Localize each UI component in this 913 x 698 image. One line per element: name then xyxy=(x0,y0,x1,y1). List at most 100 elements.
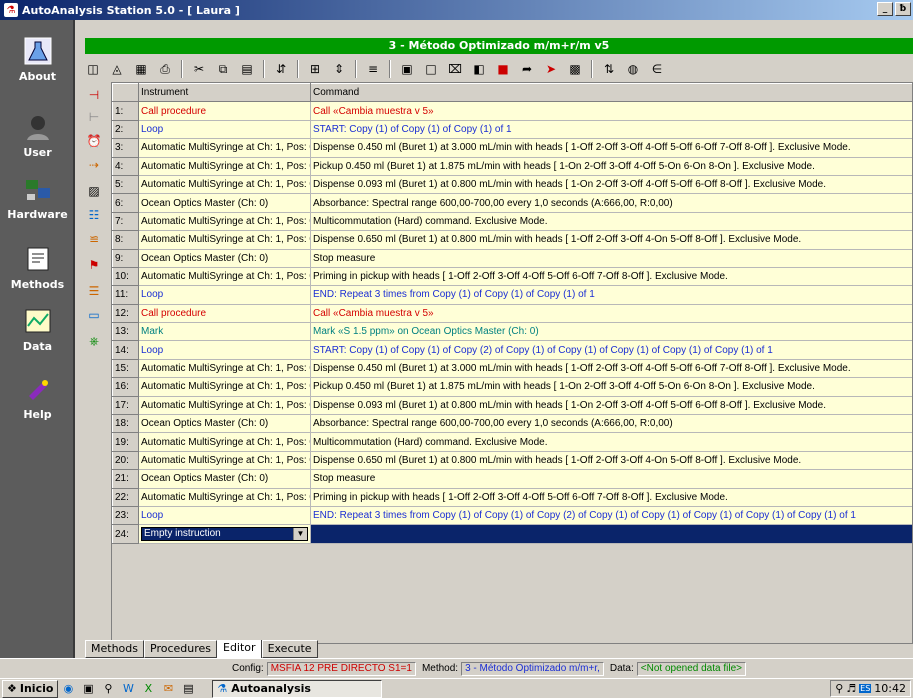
save-icon[interactable]: ▦ xyxy=(131,59,151,79)
sidebar-item-hardware[interactable]: Hardware xyxy=(0,172,75,221)
instrument-cell[interactable]: Automatic MultiSyringe at Ch: 1, Pos: 0 xyxy=(138,377,311,397)
valve-icon[interactable]: ☷ xyxy=(85,206,103,224)
row-number[interactable]: 18: xyxy=(112,414,139,434)
row-number[interactable]: 3: xyxy=(112,138,139,158)
mark-icon[interactable]: ⚑ xyxy=(85,256,103,274)
row-number[interactable]: 2: xyxy=(112,119,139,140)
instrument-cell[interactable]: Automatic MultiSyringe at Ch: 1, Pos: 0 xyxy=(138,395,311,416)
table-row[interactable]: 22: Automatic MultiSyringe at Ch: 1, Pos:… xyxy=(112,487,912,507)
table-row[interactable]: 2: Loop START: Copy (1) of Copy (1) of Cop… xyxy=(112,119,912,140)
step-icon[interactable]: ⇅ xyxy=(599,59,619,79)
move-row-icon[interactable]: ⇕ xyxy=(329,59,349,79)
command-cell[interactable]: END: Repeat 3 times from Copy (1) of Cop… xyxy=(310,505,912,526)
command-cell[interactable]: Pickup 0.450 ml (Buret 1) at 1.875 mL/mi… xyxy=(310,377,912,397)
command-cell[interactable]: Multicommutation (Hard) command. Exclusi… xyxy=(310,432,912,452)
clock[interactable]: 10:42 xyxy=(874,682,906,695)
paste-method-icon[interactable]: ◬ xyxy=(107,59,127,79)
command-cell[interactable]: Priming in pickup with heads [ 1-Off 2-O… xyxy=(310,266,912,287)
tab-procedures[interactable]: Procedures xyxy=(144,640,217,658)
send-icon[interactable]: ➤ xyxy=(541,59,561,79)
command-cell[interactable]: Dispense 0.093 ml (Buret 1) at 0.800 mL/… xyxy=(310,174,912,195)
table-row[interactable]: 10: Automatic MultiSyringe at Ch: 1, Pos:… xyxy=(112,266,912,287)
panel-icon[interactable]: ◧ xyxy=(469,59,489,79)
window-manager-icon[interactable]: ▤ xyxy=(180,681,196,697)
copy-icon[interactable]: ⧉ xyxy=(213,59,233,79)
row-number[interactable]: 5: xyxy=(112,174,139,195)
instrument-cell[interactable]: Ocean Optics Master (Ch: 0) xyxy=(138,414,311,434)
instrument-cell[interactable]: Automatic MultiSyringe at Ch: 1, Pos: 0 xyxy=(138,230,311,250)
table-row[interactable]: 18: Ocean Optics Master (Ch: 0) Absorbance… xyxy=(112,414,912,434)
desktop-icon[interactable]: ▣ xyxy=(80,681,96,697)
browser-icon[interactable]: ◉ xyxy=(60,681,76,697)
instrument-cell[interactable]: Call procedure xyxy=(138,101,311,121)
window-box-icon[interactable]: ▭ xyxy=(85,306,103,324)
row-number[interactable]: 9: xyxy=(112,248,139,268)
insert-row-icon[interactable]: ⊞ xyxy=(305,59,325,79)
list-icon[interactable]: ≡ xyxy=(363,59,383,79)
instrument-cell[interactable]: Loop xyxy=(138,119,311,140)
instrument-cell[interactable]: Automatic MultiSyringe at Ch: 1, Pos: 0 xyxy=(138,174,311,195)
taskbar-app-autoanalysis[interactable]: ⚗ Autoanalysis xyxy=(212,679,383,698)
tab-methods[interactable]: Methods xyxy=(85,640,144,658)
instrument-cell[interactable]: Loop xyxy=(138,340,311,360)
command-cell[interactable]: Mark «S 1.5 ppm» on Ocean Optics Master … xyxy=(310,322,912,342)
copy-method-icon[interactable]: ◫ xyxy=(83,59,103,79)
command-cell[interactable]: END: Repeat 3 times from Copy (1) of Cop… xyxy=(310,285,912,305)
command-cell[interactable]: Absorbance: Spectral range 600,00-700,00… xyxy=(310,414,912,434)
pump-icon[interactable]: ≌ xyxy=(85,230,103,248)
window-icon[interactable]: ▣ xyxy=(397,59,417,79)
table-row[interactable]: 5: Automatic MultiSyringe at Ch: 1, Pos: … xyxy=(112,174,912,195)
tab-execute[interactable]: Execute xyxy=(261,640,318,658)
sidebar-item-help[interactable]: Help xyxy=(0,372,75,421)
row-number[interactable]: 6: xyxy=(112,193,139,213)
row-number[interactable]: 14: xyxy=(112,340,139,360)
sidebar-item-data[interactable]: Data xyxy=(0,304,75,353)
cut-icon[interactable]: ✂ xyxy=(189,59,209,79)
command-cell[interactable] xyxy=(310,524,912,544)
command-cell[interactable]: Call «Cambia muestra v 5» xyxy=(310,303,912,324)
add-instruction-icon[interactable]: ⊣ xyxy=(85,86,103,104)
export-icon[interactable]: ⎈ xyxy=(85,332,103,350)
instrument-cell[interactable]: Loop xyxy=(138,285,311,305)
instrument-cell[interactable]: Ocean Optics Master (Ch: 0) xyxy=(138,469,311,489)
instrument-cell[interactable]: Automatic MultiSyringe at Ch: 1, Pos: 0 xyxy=(138,450,311,471)
table-row[interactable]: 20: Automatic MultiSyringe at Ch: 1, Pos:… xyxy=(112,450,912,471)
command-cell[interactable]: Multicommutation (Hard) command. Exclusi… xyxy=(310,211,912,232)
row-number[interactable]: 4: xyxy=(112,156,139,176)
start-button[interactable]: ❖ Inicio xyxy=(2,679,59,698)
flow-icon[interactable]: ∈ xyxy=(647,59,667,79)
instruction-dropdown[interactable]: Empty instruction ▼ xyxy=(141,527,308,542)
command-cell[interactable]: Stop measure xyxy=(310,469,912,489)
command-cell[interactable]: Priming in pickup with heads [ 1-Off 2-O… xyxy=(310,487,912,507)
row-number[interactable]: 24: xyxy=(112,524,139,544)
row-number[interactable]: 7: xyxy=(112,211,139,232)
column-header-command[interactable]: Command xyxy=(310,83,912,103)
image-icon[interactable]: ▩ xyxy=(565,59,585,79)
syringe-icon[interactable]: ⇢ xyxy=(85,156,103,174)
row-number[interactable]: 10: xyxy=(112,266,139,287)
table-row[interactable]: 7: Automatic MultiSyringe at Ch: 1, Pos: … xyxy=(112,211,912,232)
instrument-cell[interactable]: Call procedure xyxy=(138,303,311,324)
row-number[interactable]: 23: xyxy=(112,505,139,526)
timer-icon[interactable]: ⏰ xyxy=(85,132,103,150)
color-palette-icon[interactable]: ■ xyxy=(493,59,513,79)
instrument-cell[interactable]: Ocean Optics Master (Ch: 0) xyxy=(138,193,311,213)
sidebar-item-about[interactable]: About xyxy=(0,34,75,83)
outlook-icon[interactable]: ✉ xyxy=(160,681,176,697)
print-icon[interactable]: ⎙ xyxy=(155,59,175,79)
close-window-icon[interactable]: ⌧ xyxy=(445,59,465,79)
instrument-cell[interactable]: Mark xyxy=(138,322,311,342)
table-row[interactable]: 15: Automatic MultiSyringe at Ch: 1, Pos:… xyxy=(112,358,912,379)
search-icon[interactable]: ⚲ xyxy=(100,681,116,697)
restore-button[interactable]: ƀ xyxy=(895,2,911,16)
table-row[interactable]: 14: Loop START: Copy (1) of Copy (1) of Co… xyxy=(112,340,912,360)
row-number[interactable]: 12: xyxy=(112,303,139,324)
command-cell[interactable]: START: Copy (1) of Copy (1) of Copy (2) … xyxy=(310,340,912,360)
command-cell[interactable]: Dispense 0.650 ml (Buret 1) at 0.800 mL/… xyxy=(310,230,912,250)
instrument-cell[interactable]: Automatic MultiSyringe at Ch: 1, Pos: 0 xyxy=(138,487,311,507)
column-header-instrument[interactable]: Instrument xyxy=(138,83,311,103)
excel-icon[interactable]: X xyxy=(140,681,156,697)
instrument-cell[interactable]: Loop xyxy=(138,505,311,526)
variable-icon[interactable]: ◍ xyxy=(623,59,643,79)
row-number[interactable]: 17: xyxy=(112,395,139,416)
